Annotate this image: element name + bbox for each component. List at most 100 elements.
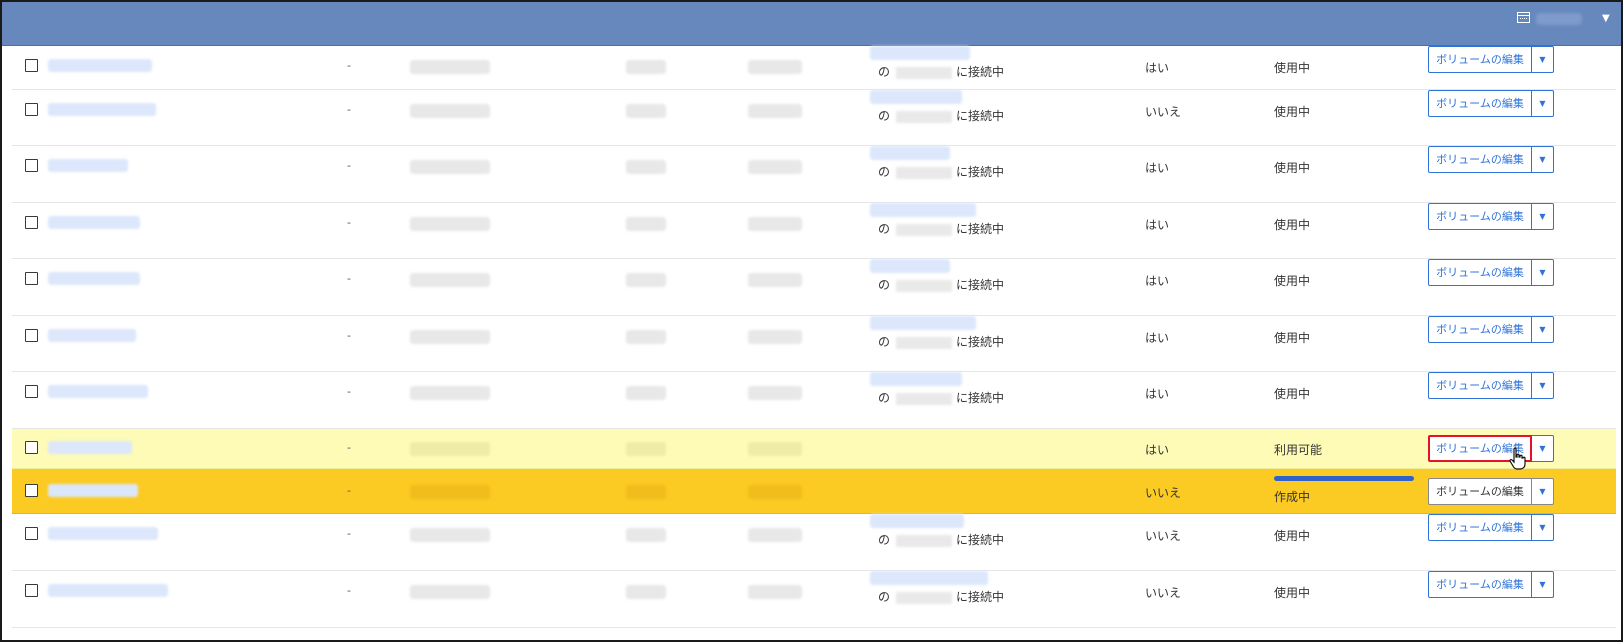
attachment-suffix: に接続中 xyxy=(956,590,1005,604)
attachment-info: の に接続中 xyxy=(878,276,1004,293)
user-menu-blurred[interactable] xyxy=(1536,13,1582,25)
description-value: - xyxy=(347,216,351,229)
table-row: - の に接続中 いいえ 使用中 ボリュームの編集 ▼ xyxy=(12,514,1616,571)
edit-volume-button-group: ボリュームの編集 ▼ xyxy=(1428,372,1554,399)
row-checkbox[interactable] xyxy=(25,527,38,540)
table-row: - の に接続中 はい 使用中 ボリュームの編集 ▼ xyxy=(12,203,1616,259)
edit-volume-button-group: ボリュームの編集 ▼ xyxy=(1428,435,1554,462)
attached-instance-redacted[interactable] xyxy=(870,203,976,217)
attached-instance-redacted[interactable] xyxy=(870,146,950,160)
volume-state: 使用中 xyxy=(1274,387,1311,401)
table-row: - の に接続中 はい 使用中 ボリュームの編集 ▼ xyxy=(12,259,1616,316)
encrypted-value: いいえ xyxy=(1145,586,1182,600)
volume-name-redacted[interactable] xyxy=(48,441,132,454)
attachment-info: の に接続中 xyxy=(878,333,1004,350)
edit-volume-button[interactable]: ボリュームの編集 xyxy=(1428,146,1532,173)
volume-name-redacted[interactable] xyxy=(48,584,168,597)
caret-down-icon[interactable]: ▼ xyxy=(1532,478,1554,505)
attachment-device-redacted xyxy=(896,110,953,123)
row-checkbox[interactable] xyxy=(25,584,38,597)
attachment-prefix: の xyxy=(878,590,891,604)
attached-instance-redacted[interactable] xyxy=(870,514,964,528)
edit-volume-button[interactable]: ボリュームの編集 xyxy=(1428,46,1532,73)
description-value: - xyxy=(347,385,351,398)
row-checkbox[interactable] xyxy=(25,59,38,72)
calendar-icon[interactable] xyxy=(1517,12,1530,23)
attachment-suffix: に接続中 xyxy=(956,65,1005,79)
edit-volume-button-group: ボリュームの編集 ▼ xyxy=(1428,146,1554,173)
volume-name-redacted[interactable] xyxy=(48,103,156,116)
edit-volume-button-group: ボリュームの編集 ▼ xyxy=(1428,571,1554,598)
caret-down-icon[interactable]: ▼ xyxy=(1532,90,1554,117)
encrypted-value: いいえ xyxy=(1145,486,1182,500)
caret-down-icon[interactable]: ▼ xyxy=(1532,372,1554,399)
table-row: - の に接続中 はい 使用中 ボリュームの編集 ▼ xyxy=(12,372,1616,429)
attached-instance-redacted[interactable] xyxy=(870,90,962,104)
attached-instance-redacted[interactable] xyxy=(870,316,976,330)
description-value: - xyxy=(347,159,351,172)
caret-down-icon[interactable]: ▼ xyxy=(1532,316,1554,343)
attached-instance-redacted[interactable] xyxy=(870,372,962,386)
caret-down-icon[interactable]: ▼ xyxy=(1532,435,1554,462)
encrypted-value: はい xyxy=(1145,387,1170,401)
row-checkbox[interactable] xyxy=(25,272,38,285)
edit-volume-button[interactable]: ボリュームの編集 xyxy=(1428,259,1532,286)
row-checkbox[interactable] xyxy=(25,385,38,398)
attachment-suffix: に接続中 xyxy=(956,278,1005,292)
table-row: - の に接続中 はい 使用中 ボリュームの編集 ▼ xyxy=(12,316,1616,372)
caret-down-icon[interactable]: ▼ xyxy=(1532,203,1554,230)
edit-volume-button[interactable]: ボリュームの編集 xyxy=(1428,571,1532,598)
edit-volume-button-group: ボリュームの編集 ▼ xyxy=(1428,259,1554,286)
encrypted-value: はい xyxy=(1145,443,1170,457)
description-value: - xyxy=(347,329,351,342)
edit-volume-button-group: ボリュームの編集 ▼ xyxy=(1428,316,1554,343)
redacted-cell-1 xyxy=(410,585,490,599)
row-checkbox[interactable] xyxy=(25,484,38,497)
redacted-cell-3 xyxy=(748,386,802,400)
volume-name-redacted[interactable] xyxy=(48,272,140,285)
attached-instance-redacted[interactable] xyxy=(870,46,970,60)
caret-down-icon[interactable]: ▼ xyxy=(1532,46,1554,73)
row-checkbox[interactable] xyxy=(25,159,38,172)
row-checkbox[interactable] xyxy=(25,329,38,342)
caret-down-icon[interactable]: ▼ xyxy=(1532,571,1554,598)
caret-down-icon[interactable]: ▼ xyxy=(1532,259,1554,286)
attachment-device-redacted xyxy=(896,66,953,79)
row-checkbox[interactable] xyxy=(25,103,38,116)
encrypted-value: はい xyxy=(1145,218,1170,232)
volume-name-redacted[interactable] xyxy=(48,385,148,398)
attachment-prefix: の xyxy=(878,391,891,405)
caret-down-icon[interactable]: ▼ xyxy=(1532,146,1554,173)
volume-name-redacted[interactable] xyxy=(48,527,158,540)
description-value: - xyxy=(347,584,351,597)
edit-volume-button[interactable]: ボリュームの編集 xyxy=(1428,203,1532,230)
volume-name-redacted[interactable] xyxy=(48,59,152,72)
edit-volume-button[interactable]: ボリュームの編集 xyxy=(1428,514,1532,541)
attachment-prefix: の xyxy=(878,109,891,123)
row-checkbox[interactable] xyxy=(25,441,38,454)
redacted-cell-2 xyxy=(626,60,666,74)
row-checkbox[interactable] xyxy=(25,216,38,229)
edit-volume-button[interactable]: ボリュームの編集 xyxy=(1428,372,1532,399)
redacted-cell-1 xyxy=(410,217,490,231)
edit-volume-button[interactable]: ボリュームの編集 xyxy=(1428,90,1532,117)
edit-volume-button[interactable]: ボリュームの編集 xyxy=(1428,316,1532,343)
redacted-cell-3 xyxy=(748,104,802,118)
description-value: - xyxy=(347,441,351,454)
volume-name-redacted[interactable] xyxy=(48,484,138,497)
attached-instance-redacted[interactable] xyxy=(870,259,950,273)
volume-name-redacted[interactable] xyxy=(48,329,136,342)
volume-name-redacted[interactable] xyxy=(48,216,140,229)
attachment-device-redacted xyxy=(896,166,953,179)
redacted-cell-2 xyxy=(626,386,666,400)
edit-volume-button[interactable]: ボリュームの編集 xyxy=(1428,478,1532,505)
attached-instance-redacted[interactable] xyxy=(870,571,988,585)
caret-down-icon[interactable]: ▼ xyxy=(1532,514,1554,541)
attachment-device-redacted xyxy=(896,591,953,604)
encrypted-value: はい xyxy=(1145,161,1170,175)
attachment-info: の に接続中 xyxy=(878,163,1004,180)
volume-name-redacted[interactable] xyxy=(48,159,128,172)
redacted-cell-1 xyxy=(410,528,490,542)
description-value: - xyxy=(347,272,351,285)
caret-down-icon[interactable]: ▼ xyxy=(1602,13,1610,24)
